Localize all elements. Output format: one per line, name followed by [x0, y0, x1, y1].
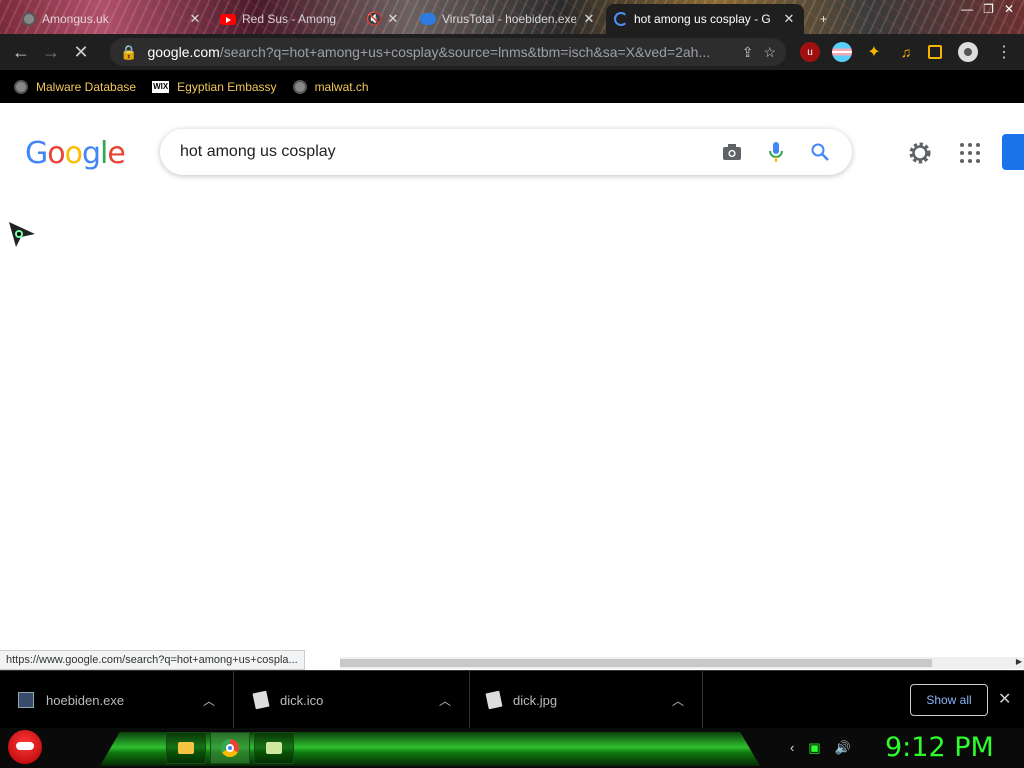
tab-amongus[interactable]: Amongus.uk ✕	[14, 4, 210, 34]
tab-google-search[interactable]: hot among us cosplay - G ✕	[606, 4, 804, 34]
tab-strip: Amongus.uk ✕ Red Sus - Among 🔇 ✕ VirusTo…	[0, 0, 1024, 34]
mouse-cursor-icon	[8, 221, 36, 254]
window-controls: — ❐ ✕	[951, 0, 1024, 18]
tab-title: VirusTotal - hoebiden.exe	[442, 12, 576, 26]
bookmark-egyptian-embassy[interactable]: WIX Egyptian Embassy	[152, 80, 277, 94]
url-text: google.com/search?q=hot+among+us+cosplay…	[147, 44, 731, 60]
puzzle-extensions-icon[interactable]: ✦	[864, 42, 884, 62]
download-filename: dick.jpg	[513, 692, 558, 708]
google-logo[interactable]: Google	[25, 136, 126, 171]
bookmark-label: Malware Database	[36, 79, 137, 94]
chevron-up-icon[interactable]: ︿	[672, 692, 702, 709]
menu-kebab-icon[interactable]: ⋮	[994, 42, 1014, 62]
google-apps-icon[interactable]	[960, 143, 980, 163]
settings-gear-icon[interactable]	[906, 139, 934, 167]
logo-letter: e	[107, 136, 125, 171]
tab-title: Red Sus - Among	[242, 12, 337, 26]
globe-icon	[292, 79, 307, 94]
search-icon[interactable]	[808, 140, 832, 164]
download-item[interactable]: dick.jpg ︿	[469, 671, 703, 729]
stop-loading-button[interactable]: ✕	[66, 42, 96, 63]
wix-icon: WIX	[152, 80, 170, 93]
browser-toolbar: ← → ✕ 🔒 google.com/search?q=hot+among+us…	[0, 34, 1024, 70]
plus-icon: +	[820, 12, 828, 26]
minimize-button[interactable]: —	[961, 2, 973, 16]
logo-letter: G	[25, 136, 48, 171]
google-search-page: Google hot among us cosplay	[0, 103, 1024, 669]
search-box[interactable]: hot among us cosplay	[160, 129, 852, 175]
globe-icon	[22, 12, 36, 26]
sign-in-button[interactable]	[1002, 134, 1024, 170]
share-icon[interactable]: ⇪	[742, 44, 754, 61]
close-shelf-icon[interactable]: ✕	[998, 689, 1011, 709]
chevron-up-icon[interactable]: ︿	[439, 692, 469, 709]
messenger-app-icon[interactable]	[254, 732, 294, 764]
search-input[interactable]: hot among us cosplay	[180, 143, 700, 161]
cloud-icon	[420, 13, 436, 25]
file-explorer-icon[interactable]	[166, 732, 206, 764]
address-bar[interactable]: 🔒 google.com/search?q=hot+among+us+cospl…	[110, 38, 786, 66]
scrollbar-thumb[interactable]	[340, 659, 932, 667]
close-tab-icon[interactable]: ✕	[188, 11, 202, 27]
logo-letter: o	[64, 136, 83, 171]
globe-icon	[14, 79, 28, 94]
taskbar-clock[interactable]: 9:12 PM	[885, 732, 994, 763]
scroll-right-arrow-icon[interactable]: ▶	[1016, 657, 1022, 666]
side-panel-icon[interactable]	[928, 45, 942, 59]
camera-icon[interactable]	[720, 140, 744, 164]
tab-youtube[interactable]: Red Sus - Among 🔇 ✕	[212, 4, 408, 34]
tab-title: Amongus.uk	[42, 12, 109, 26]
restore-button[interactable]: ❐	[983, 2, 994, 16]
ublock-icon[interactable]: u	[800, 42, 820, 62]
status-bar-url: https://www.google.com/search?q=hot+amon…	[0, 650, 305, 670]
chrome-icon[interactable]	[210, 732, 250, 764]
loading-spinner-icon	[614, 12, 628, 26]
close-window-button[interactable]: ✕	[1004, 2, 1014, 16]
close-tab-icon[interactable]: ✕	[782, 11, 796, 27]
bookmark-label: Egyptian Embassy	[177, 79, 277, 94]
new-tab-button[interactable]: +	[812, 4, 840, 34]
logo-letter: o	[47, 136, 65, 171]
microphone-icon[interactable]	[764, 140, 788, 164]
logo-letter: g	[81, 136, 101, 171]
system-tray: ‹ ▣ 🔊	[790, 740, 851, 756]
file-icon	[252, 690, 270, 710]
download-item[interactable]: dick.ico ︿	[236, 671, 470, 729]
tab-virustotal[interactable]: VirusTotal - hoebiden.exe ✕	[412, 4, 604, 34]
download-item[interactable]: hoebiden.exe ︿	[0, 671, 234, 729]
taskbar: ‹ ▣ 🔊 9:12 PM	[0, 728, 1024, 768]
media-queue-icon[interactable]: ♫	[896, 42, 916, 62]
tab-title: hot among us cosplay - G	[634, 12, 771, 26]
start-button-angry-bird-icon[interactable]	[8, 730, 42, 764]
download-filename: hoebiden.exe	[46, 692, 125, 708]
back-button[interactable]: ←	[6, 42, 36, 63]
download-shelf: hoebiden.exe ︿ dick.ico ︿ dick.jpg ︿ Sho…	[0, 670, 1024, 729]
mute-icon[interactable]: 🔇	[366, 11, 382, 27]
horizontal-scrollbar[interactable]: ▶	[340, 657, 1024, 669]
profile-avatar-icon[interactable]	[958, 42, 978, 62]
bookmark-malwatch[interactable]: malwat.ch	[292, 79, 369, 94]
url-path: /search?q=hot+among+us+cosplay&source=ln…	[219, 44, 711, 60]
youtube-icon	[220, 13, 236, 25]
file-icon	[485, 690, 503, 710]
pride-flag-extension-icon[interactable]	[832, 42, 852, 62]
forward-button[interactable]: →	[36, 42, 66, 63]
bookmark-malware-database[interactable]: Malware Database	[14, 79, 137, 94]
show-hidden-icons-icon[interactable]: ‹	[790, 740, 794, 756]
chevron-up-icon[interactable]: ︿	[203, 692, 233, 709]
lock-icon[interactable]: 🔒	[120, 44, 137, 61]
show-all-button[interactable]: Show all	[910, 684, 988, 716]
bookmark-label: malwat.ch	[314, 79, 369, 94]
bookmarks-bar: Malware Database WIX Egyptian Embassy ma…	[0, 70, 1024, 103]
close-tab-icon[interactable]: ✕	[582, 11, 596, 27]
url-host: google.com	[147, 44, 220, 60]
network-icon[interactable]: ▣	[808, 740, 820, 756]
bookmark-star-icon[interactable]: ☆	[763, 44, 776, 61]
download-filename: dick.ico	[280, 692, 324, 708]
volume-icon[interactable]: 🔊	[835, 740, 851, 756]
close-tab-icon[interactable]: ✕	[386, 11, 400, 27]
executable-file-icon	[18, 692, 34, 708]
